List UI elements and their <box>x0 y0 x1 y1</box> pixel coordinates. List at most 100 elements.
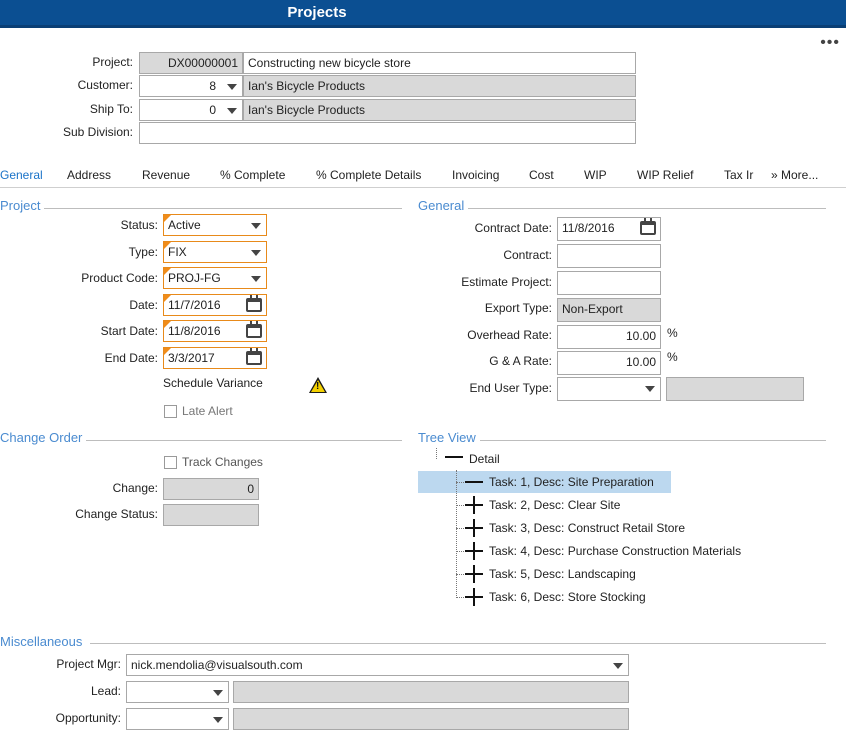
tab-wip-relief[interactable]: WIP Relief <box>637 168 693 182</box>
ship-to-select[interactable]: 0 <box>139 99 243 121</box>
end-user-type-select[interactable] <box>557 377 661 401</box>
tab-invoicing[interactable]: Invoicing <box>452 168 499 182</box>
ship-to-name-field: Ian's Bicycle Products <box>243 99 636 121</box>
track-changes-checkbox[interactable] <box>164 456 177 469</box>
tree-expand-icon[interactable] <box>465 565 483 583</box>
end-date-field[interactable]: 3/3/2017 <box>163 347 267 369</box>
opportunity-select[interactable] <box>126 708 229 730</box>
tree-expand-icon[interactable] <box>465 588 483 606</box>
project-section-heading: Project <box>0 198 45 213</box>
tree-expand-icon[interactable] <box>465 496 483 514</box>
tab-address[interactable]: Address <box>67 168 111 182</box>
tree-item-task-4[interactable]: Task: 4, Desc: Purchase Construction Mat… <box>485 541 745 561</box>
chevron-down-icon <box>227 108 237 114</box>
customer-select[interactable]: 8 <box>139 75 243 97</box>
chevron-down-icon <box>251 276 261 282</box>
contract-date-field[interactable]: 11/8/2016 <box>557 217 661 241</box>
start-date-field[interactable]: 11/8/2016 <box>163 320 267 342</box>
tab-percent-complete-details[interactable]: % Complete Details <box>316 168 421 182</box>
customer-label: Customer: <box>77 78 133 92</box>
type-label: Type: <box>128 245 158 259</box>
window-title: Projects <box>287 4 347 21</box>
ship-to-label: Ship To: <box>89 102 133 116</box>
change-status-label: Change Status: <box>75 507 158 521</box>
estimate-project-field[interactable] <box>557 271 661 295</box>
tabs-more-button[interactable]: » More... <box>771 168 818 182</box>
tab-revenue[interactable]: Revenue <box>142 168 190 182</box>
sub-division-field[interactable] <box>139 122 636 144</box>
ga-rate-field[interactable]: 10.00 <box>557 351 661 375</box>
date-field[interactable]: 11/7/2016 <box>163 294 267 316</box>
contract-label: Contract: <box>503 248 552 262</box>
status-select[interactable]: Active <box>163 214 267 236</box>
opportunity-label: Opportunity: <box>55 711 121 725</box>
tree-root[interactable]: Detail <box>465 449 504 469</box>
end-date-label: End Date: <box>104 351 158 365</box>
export-type-field: Non-Export <box>557 298 661 322</box>
late-alert-label: Late Alert <box>182 404 233 418</box>
ga-rate-percent: % <box>667 350 678 364</box>
tree-collapse-icon[interactable] <box>445 456 463 458</box>
change-field: 0 <box>163 478 259 500</box>
project-id-field[interactable]: DX00000001 <box>139 52 243 74</box>
tree-item-task-6[interactable]: Task: 6, Desc: Store Stocking <box>485 587 650 607</box>
change-status-field <box>163 504 259 526</box>
tab-general[interactable]: General <box>0 168 43 182</box>
tab-percent-complete[interactable]: % Complete <box>220 168 285 182</box>
change-order-divider <box>85 440 402 441</box>
tab-cost[interactable]: Cost <box>529 168 554 182</box>
chevron-down-icon <box>213 690 223 696</box>
tree-connector <box>456 551 464 552</box>
lead-description <box>233 681 629 703</box>
end-user-type-label: End User Type: <box>469 381 553 395</box>
contract-date-label: Contract Date: <box>474 221 552 235</box>
tree-connector <box>456 528 464 529</box>
change-order-heading: Change Order <box>0 430 87 445</box>
opportunity-description <box>233 708 629 730</box>
project-description-field[interactable]: Constructing new bicycle store <box>243 52 636 74</box>
chevron-down-icon <box>227 84 237 90</box>
type-select[interactable]: FIX <box>163 241 267 263</box>
tree-expand-icon[interactable] <box>465 519 483 537</box>
tree-item-task-2[interactable]: Task: 2, Desc: Clear Site <box>485 495 624 515</box>
schedule-variance-label: Schedule Variance <box>163 376 263 390</box>
tree-view-heading: Tree View <box>418 430 480 445</box>
calendar-icon[interactable] <box>246 321 262 338</box>
overhead-rate-field[interactable]: 10.00 <box>557 325 661 349</box>
project-manager-select[interactable]: nick.mendolia@visualsouth.com <box>126 654 629 676</box>
tree-connector <box>456 482 464 483</box>
change-label: Change: <box>112 481 158 495</box>
more-options-icon[interactable]: ••• <box>820 35 840 51</box>
late-alert-checkbox[interactable] <box>164 405 177 418</box>
calendar-icon[interactable] <box>246 295 262 312</box>
project-section-divider <box>40 208 402 209</box>
tab-tax[interactable]: Tax Ir <box>724 168 753 182</box>
contract-field[interactable] <box>557 244 661 268</box>
customer-name-field: Ian's Bicycle Products <box>243 75 636 97</box>
miscellaneous-divider <box>90 643 826 644</box>
tree-item-task-3[interactable]: Task: 3, Desc: Construct Retail Store <box>485 518 689 538</box>
estimate-project-label: Estimate Project: <box>461 275 552 289</box>
sub-division-label: Sub Division: <box>62 125 133 139</box>
calendar-icon[interactable] <box>246 348 262 365</box>
tab-wip[interactable]: WIP <box>584 168 607 182</box>
tree-connector <box>456 574 464 575</box>
product-code-select[interactable]: PROJ-FG <box>163 267 267 289</box>
tree-view-divider <box>480 440 826 441</box>
export-type-label: Export Type: <box>484 301 552 315</box>
general-section-divider <box>418 208 826 209</box>
lead-select[interactable] <box>126 681 229 703</box>
status-label: Status: <box>120 218 158 232</box>
general-section-heading: General <box>418 198 469 213</box>
project-label: Project: <box>92 55 133 69</box>
tree-collapse-icon[interactable] <box>465 481 483 483</box>
chevron-down-icon <box>645 386 655 392</box>
tree-connector <box>436 448 437 459</box>
miscellaneous-heading: Miscellaneous <box>0 634 87 649</box>
calendar-icon[interactable] <box>640 218 656 235</box>
tree-item-task-1[interactable]: Task: 1, Desc: Site Preparation <box>485 472 658 492</box>
tree-item-task-5[interactable]: Task: 5, Desc: Landscaping <box>485 564 640 584</box>
ga-rate-label: G & A Rate: <box>489 354 552 368</box>
tree-expand-icon[interactable] <box>465 542 483 560</box>
title-bar: Projects <box>0 0 846 28</box>
